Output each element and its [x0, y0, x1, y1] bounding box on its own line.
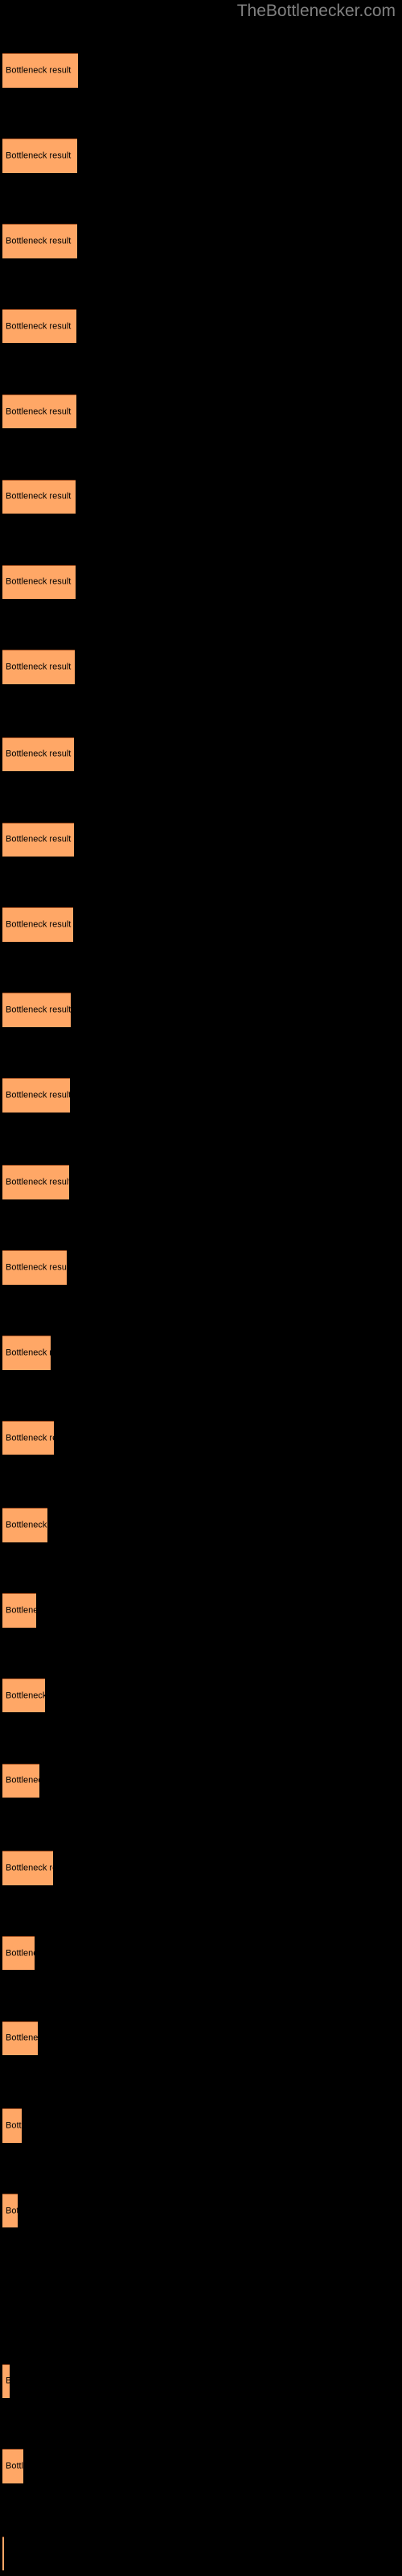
bar: Bottleneck result — [2, 1678, 45, 1713]
bar: Bottleneck result — [2, 138, 77, 173]
bar-label: Bottleneck result — [6, 919, 72, 930]
bar-label: Bottleneck result — [6, 1177, 69, 1187]
bar-label: Bottleneck result — [6, 1005, 71, 1015]
bar: Bottleneck result — [2, 737, 74, 772]
bar: Bottleneck result — [2, 650, 75, 684]
bar: Bottleneck result — [2, 1593, 36, 1628]
bar-label: Bottleneck result — [6, 1090, 70, 1100]
bar: Bottleneck result — [2, 564, 76, 599]
bar-label: Bottleneck result — [6, 1520, 47, 1530]
bar: Bottleneck result — [2, 1763, 39, 1798]
bar-label: Bottleneck result — [6, 1348, 51, 1358]
bar: Bottleneck result — [2, 1420, 54, 1455]
bar-label: Bottleneck result — [6, 2461, 23, 2471]
bar-label: Bottleneck result — [6, 662, 72, 672]
bar: Bottleneck result — [2, 2363, 10, 2399]
bar: Bottleneck result — [2, 2108, 22, 2143]
bar: Bottleneck result — [2, 2449, 23, 2483]
bar-label: Bottleneck result — [6, 834, 72, 844]
bar-label: Bottleneck result — [6, 1863, 53, 1873]
bar: Bottleneck result — [2, 309, 76, 344]
bar: Bottleneck result — [2, 1250, 67, 1285]
bar-label: Bottleneck result — [6, 151, 72, 161]
bar-label: Bottleneck result — [6, 2120, 22, 2131]
bar: Bottleneck result — [2, 1335, 51, 1370]
bar-series: Bottleneck result Bottleneck result Bottle… — [0, 0, 402, 2576]
bar-label: Bottleneck result — [6, 407, 72, 417]
bar: Bottleneck result — [2, 993, 71, 1027]
bar: Bottleneck result — [2, 53, 78, 88]
bar-label: Bottleneck result — [6, 491, 72, 502]
bar-label: Bottleneck result — [6, 1433, 54, 1443]
bar-label: Bottleneck result — [6, 321, 72, 332]
bar: Bottleneck result — [2, 1508, 47, 1542]
bar-label: Bottleneck result — [6, 1775, 39, 1785]
bar-label: Bottleneck result — [6, 2033, 38, 2043]
bar-label: Bottleneck result — [6, 1262, 67, 1273]
bar-label: Bottleneck result — [6, 749, 72, 759]
bar-label: Bottleneck result — [6, 1605, 36, 1616]
bar-label: Bottleneck result — [6, 576, 72, 587]
bar: Bottleneck result — [2, 224, 77, 258]
bar: Bottleneck result — [2, 479, 76, 514]
bar: Bottleneck result — [2, 1935, 35, 1971]
bar: Bottleneck result — [2, 394, 76, 429]
bar: Bottleneck result — [2, 1078, 70, 1113]
bar: Bottleneck result — [2, 1165, 69, 1199]
bar: Bottleneck result — [2, 2536, 4, 2571]
bar-label: Bottleneck result — [6, 1690, 45, 1701]
bar-label: Bottleneck result — [6, 2376, 10, 2386]
bar-label: Bottleneck result — [6, 1948, 35, 1959]
bar-label: Bottleneck result — [6, 2206, 18, 2216]
bar: Bottleneck result — [2, 822, 74, 857]
bar: Bottleneck result — [2, 907, 73, 942]
bar: Bottleneck result — [2, 1851, 53, 1885]
bar-label: Bottleneck result — [6, 236, 72, 246]
bar-label: Bottleneck result — [6, 65, 72, 76]
bar: Bottleneck result — [2, 2193, 18, 2228]
bottleneck-bar-chart: TheBottlenecker.com Bottleneck result Bot… — [0, 0, 402, 2576]
bar: Bottleneck result — [2, 2021, 38, 2056]
